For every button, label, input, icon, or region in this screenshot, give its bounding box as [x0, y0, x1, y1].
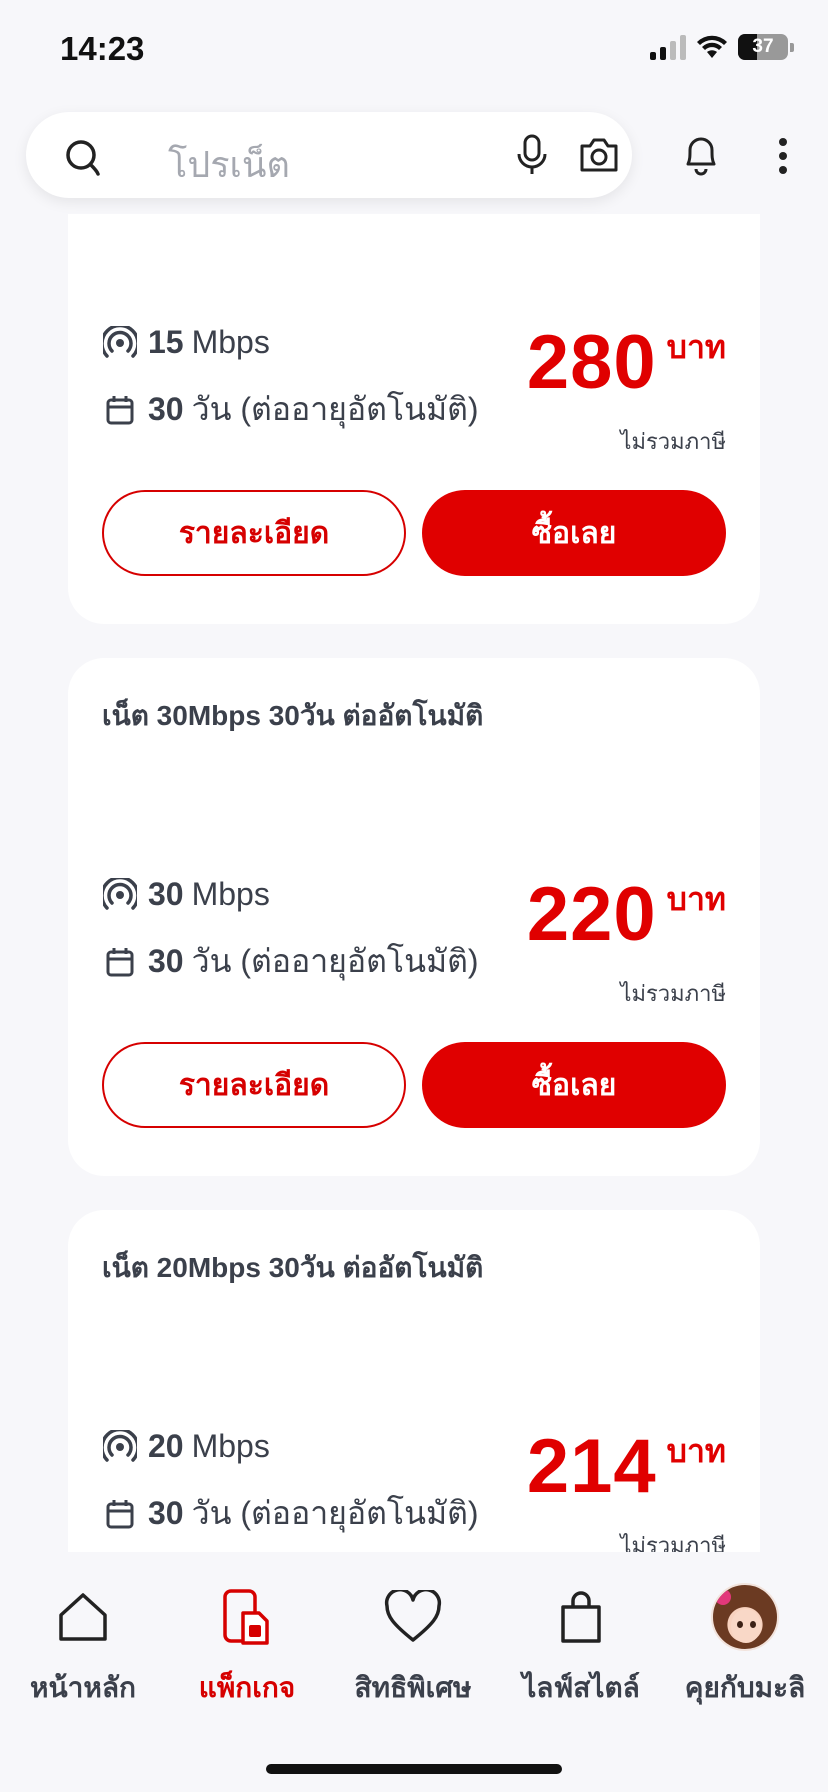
vat-note: ไม่รวมภาษี	[620, 981, 726, 1006]
price-currency: บาท	[666, 329, 726, 365]
signal-icon	[102, 877, 138, 912]
price: 214 บาท	[527, 1426, 726, 1505]
speed-value: 30	[148, 876, 184, 912]
package-title: เน็ต 20Mbps 30วัน ต่ออัตโนมัติ	[102, 1252, 484, 1283]
validity-spec: 30 วัน (ต่ออายุอัตโนมัติ)	[102, 936, 479, 987]
speed-value: 20	[148, 1428, 184, 1464]
nav-item-privileges[interactable]: สิทธิพิเศษ	[330, 1582, 496, 1710]
package-sim-icon	[223, 1589, 269, 1645]
battery-level: 37	[752, 36, 774, 57]
nav-label: สิทธิพิเศษ	[354, 1672, 472, 1703]
search-icon[interactable]	[64, 138, 104, 178]
vat-note: ไม่รวมภาษี	[620, 429, 726, 454]
speed-value: 15	[148, 324, 184, 360]
price-currency: บาท	[666, 1433, 726, 1469]
days-value: 30	[148, 391, 184, 427]
buy-button[interactable]: ซื้อเลย	[422, 490, 726, 576]
nav-label: หน้าหลัก	[30, 1672, 136, 1703]
days-value: 30	[148, 943, 184, 979]
nav-item-lifestyle[interactable]: ไลฟ์สไตล์	[498, 1582, 664, 1710]
buy-button[interactable]: ซื้อเลย	[422, 1042, 726, 1128]
cellular-signal-icon	[650, 34, 686, 60]
calendar-icon	[102, 1498, 138, 1530]
speed-spec: 15 Mbps	[102, 324, 270, 361]
shopping-bag-icon	[561, 1591, 601, 1643]
home-indicator	[266, 1764, 562, 1774]
package-title: เน็ต 30Mbps 30วัน ต่ออัตโนมัติ	[102, 700, 484, 731]
price: 280 บาท	[527, 322, 726, 401]
speed-unit: Mbps	[191, 876, 270, 912]
nav-item-chat-mali[interactable]: คุยกับมะลิ	[662, 1582, 828, 1710]
status-time: 14:23	[60, 30, 145, 67]
nav-label: แพ็กเกจ	[198, 1672, 296, 1703]
vat-note: ไม่รวมภาษี	[620, 1533, 726, 1552]
speed-spec: 20 Mbps	[102, 1428, 270, 1465]
home-icon	[59, 1593, 107, 1641]
days-text: วัน (ต่ออายุอัตโนมัติ)	[191, 943, 479, 979]
heart-icon	[384, 1590, 442, 1642]
bottom-nav: หน้าหลัก แพ็กเกจ สิทธิพิเศษ ไลฟ์สไตล์ คุ…	[0, 1552, 828, 1792]
signal-icon	[102, 1429, 138, 1464]
details-button[interactable]: รายละเอียด	[102, 1042, 406, 1128]
more-vert-icon[interactable]	[776, 136, 790, 176]
speed-unit: Mbps	[191, 324, 270, 360]
days-text: วัน (ต่ออายุอัตโนมัติ)	[191, 391, 479, 427]
price-value: 220	[526, 872, 657, 957]
search-input[interactable]: โปรเน็ต	[168, 136, 290, 193]
nav-item-packages[interactable]: แพ็กเกจ	[164, 1582, 330, 1710]
calendar-icon	[102, 394, 138, 426]
bell-icon[interactable]	[680, 132, 722, 176]
price-value: 214	[526, 1424, 657, 1509]
calendar-icon	[102, 946, 138, 978]
days-text: วัน (ต่ออายุอัตโนมัติ)	[191, 1495, 479, 1531]
validity-spec: 30 วัน (ต่ออายุอัตโนมัติ)	[102, 384, 479, 435]
price-value: 280	[526, 320, 657, 405]
price: 220 บาท	[527, 874, 726, 953]
nav-item-home[interactable]: หน้าหลัก	[0, 1582, 166, 1710]
speed-spec: 30 Mbps	[102, 876, 270, 913]
status-bar: 14:23 37	[0, 0, 828, 100]
price-currency: บาท	[666, 881, 726, 917]
nav-label: คุยกับมะลิ	[684, 1672, 806, 1703]
mic-icon[interactable]	[514, 134, 550, 176]
speed-unit: Mbps	[191, 1428, 270, 1464]
camera-icon[interactable]	[578, 136, 620, 174]
details-button[interactable]: รายละเอียด	[102, 490, 406, 576]
package-card: เน็ต 30Mbps 30วัน ต่ออัตโนมัติ 30 Mbps 3…	[68, 658, 760, 1176]
battery-icon: 37	[738, 34, 788, 60]
signal-icon	[102, 325, 138, 360]
package-card: เน็ต 20Mbps 30วัน ต่ออัตโนมัติ 20 Mbps 3…	[68, 1210, 760, 1552]
search-bar[interactable]: โปรเน็ต	[26, 112, 632, 198]
package-card: 15 Mbps 30 วัน (ต่ออายุอัตโนมัติ) 280 บา…	[68, 214, 760, 624]
assistant-avatar	[711, 1583, 779, 1651]
status-icons: 37	[650, 34, 794, 60]
validity-spec: 30 วัน (ต่ออายุอัตโนมัติ)	[102, 1488, 479, 1539]
package-list[interactable]: 15 Mbps 30 วัน (ต่ออายุอัตโนมัติ) 280 บา…	[0, 214, 828, 1552]
wifi-icon	[697, 35, 727, 58]
nav-label: ไลฟ์สไตล์	[522, 1672, 640, 1703]
days-value: 30	[148, 1495, 184, 1531]
